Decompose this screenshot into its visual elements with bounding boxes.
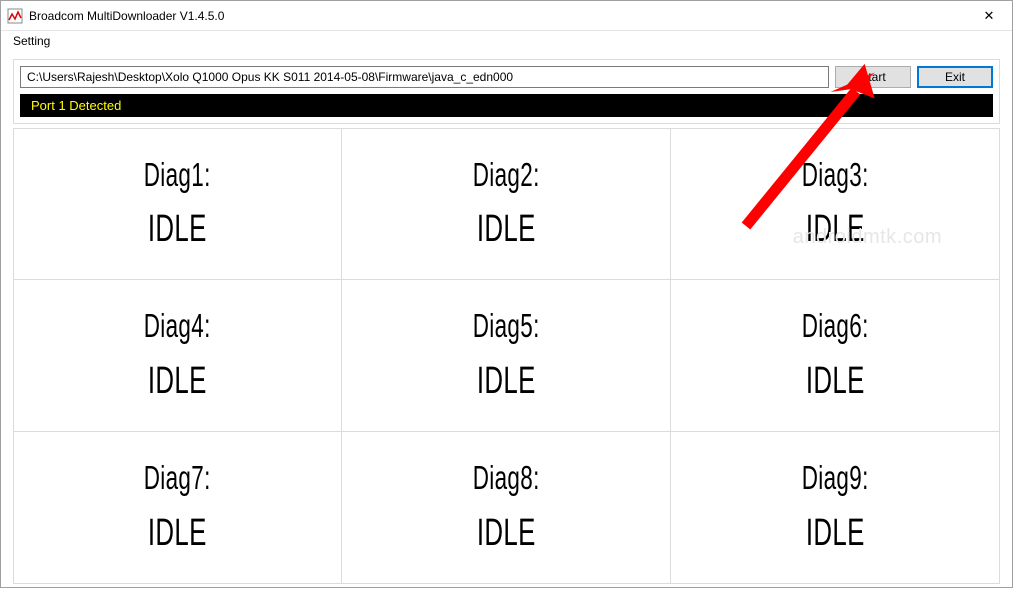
diag-label: Diag9: <box>801 460 868 496</box>
exit-button[interactable]: Exit <box>917 66 993 88</box>
diag-label: Diag7: <box>144 460 211 496</box>
diag-cell-9: Diag9: IDLE <box>671 432 999 583</box>
window-title: Broadcom MultiDownloader V1.4.5.0 <box>29 9 966 23</box>
diag-cell-4: Diag4: IDLE <box>14 280 342 431</box>
start-button[interactable]: Start <box>835 66 911 88</box>
toolbar-panel: Start Exit Port 1 Detected <box>13 59 1000 124</box>
diag-cell-7: Diag7: IDLE <box>14 432 342 583</box>
status-bar: Port 1 Detected <box>20 94 993 117</box>
diag-grid: Diag1: IDLE Diag2: IDLE Diag3: IDLE Diag… <box>14 129 999 583</box>
diag-status: IDLE <box>477 209 536 251</box>
diag-label: Diag1: <box>144 157 211 193</box>
diag-status: IDLE <box>477 361 536 403</box>
diag-cell-6: Diag6: IDLE <box>671 280 999 431</box>
diag-cell-3: Diag3: IDLE <box>671 129 999 280</box>
diag-status: IDLE <box>805 361 864 403</box>
diag-status: IDLE <box>148 209 207 251</box>
app-icon <box>7 8 23 24</box>
diag-label: Diag4: <box>144 308 211 344</box>
diag-cell-1: Diag1: IDLE <box>14 129 342 280</box>
menubar: Setting <box>1 31 1012 51</box>
close-icon: ✕ <box>984 8 995 24</box>
diag-label: Diag6: <box>801 308 868 344</box>
diag-label: Diag2: <box>473 157 540 193</box>
diag-label: Diag8: <box>473 460 540 496</box>
diag-grid-panel: Diag1: IDLE Diag2: IDLE Diag3: IDLE Diag… <box>13 128 1000 584</box>
diag-cell-8: Diag8: IDLE <box>342 432 670 583</box>
diag-status: IDLE <box>805 209 864 251</box>
close-button[interactable]: ✕ <box>966 1 1012 30</box>
diag-status: IDLE <box>148 513 207 555</box>
path-row: Start Exit <box>20 66 993 88</box>
titlebar: Broadcom MultiDownloader V1.4.5.0 ✕ <box>1 1 1012 31</box>
diag-status: IDLE <box>148 361 207 403</box>
window-controls: ✕ <box>966 1 1012 30</box>
diag-status: IDLE <box>805 513 864 555</box>
firmware-path-input[interactable] <box>20 66 829 88</box>
diag-cell-5: Diag5: IDLE <box>342 280 670 431</box>
diag-label: Diag5: <box>473 308 540 344</box>
diag-label: Diag3: <box>801 157 868 193</box>
diag-status: IDLE <box>477 513 536 555</box>
diag-cell-2: Diag2: IDLE <box>342 129 670 280</box>
menu-setting[interactable]: Setting <box>9 32 54 50</box>
